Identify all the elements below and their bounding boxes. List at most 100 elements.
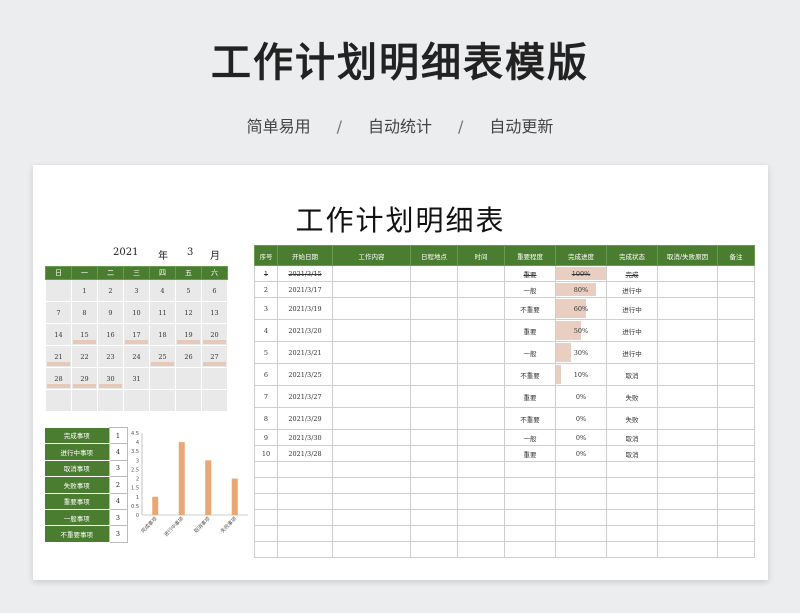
calendar-day[interactable]: 4 bbox=[149, 279, 176, 302]
calendar-day[interactable]: 19 bbox=[175, 323, 202, 346]
calendar-day[interactable]: 27 bbox=[201, 345, 228, 368]
cell-serial[interactable]: 7 bbox=[254, 385, 278, 408]
cell-note[interactable] bbox=[717, 341, 755, 364]
table-row[interactable]: 2 2021/3/17 一般 80% 进行中 bbox=[254, 281, 755, 298]
cell-location[interactable] bbox=[410, 363, 458, 386]
calendar-day[interactable]: 6 bbox=[201, 279, 228, 302]
empty-cell[interactable] bbox=[332, 541, 411, 558]
cell-status[interactable]: 完成 bbox=[606, 265, 658, 282]
empty-cell[interactable] bbox=[717, 541, 755, 558]
calendar-day[interactable] bbox=[71, 389, 98, 412]
stats-value[interactable]: 3 bbox=[108, 525, 128, 543]
empty-cell[interactable] bbox=[277, 509, 333, 526]
calendar-day[interactable]: 9 bbox=[97, 301, 124, 324]
cell-reason[interactable] bbox=[657, 385, 718, 408]
calendar-year[interactable]: 2021 bbox=[113, 247, 138, 258]
cell-start-date[interactable]: 2021/3/17 bbox=[277, 281, 333, 298]
cell-time[interactable] bbox=[457, 445, 505, 462]
empty-cell[interactable] bbox=[332, 477, 411, 494]
column-header[interactable]: 完成状态 bbox=[606, 245, 658, 266]
empty-cell[interactable] bbox=[555, 541, 607, 558]
empty-cell[interactable] bbox=[606, 541, 658, 558]
table-row[interactable]: 1 2021/3/15 重要 100% 完成 bbox=[254, 265, 755, 282]
calendar-day[interactable]: 21 bbox=[45, 345, 72, 368]
column-header[interactable]: 完成进度 bbox=[555, 245, 607, 266]
cell-work-content[interactable] bbox=[332, 407, 411, 430]
empty-cell[interactable] bbox=[410, 541, 458, 558]
cell-serial[interactable]: 5 bbox=[254, 341, 278, 364]
cell-serial[interactable]: 10 bbox=[254, 445, 278, 462]
table-row-empty[interactable] bbox=[254, 477, 755, 494]
cell-note[interactable] bbox=[717, 281, 755, 298]
cell-time[interactable] bbox=[457, 341, 505, 364]
empty-cell[interactable] bbox=[657, 541, 718, 558]
table-row[interactable]: 4 2021/3/20 重要 50% 进行中 bbox=[254, 319, 755, 342]
empty-cell[interactable] bbox=[277, 541, 333, 558]
calendar-day[interactable]: 28 bbox=[45, 367, 72, 390]
calendar-day[interactable]: 26 bbox=[175, 345, 202, 368]
empty-cell[interactable] bbox=[606, 525, 658, 542]
calendar-day[interactable]: 8 bbox=[71, 301, 98, 324]
calendar-day[interactable]: 31 bbox=[123, 367, 150, 390]
cell-importance[interactable]: 一般 bbox=[504, 341, 556, 364]
cell-start-date[interactable]: 2021/3/27 bbox=[277, 385, 333, 408]
cell-status[interactable]: 进行中 bbox=[606, 319, 658, 342]
calendar-day[interactable]: 13 bbox=[201, 301, 228, 324]
empty-cell[interactable] bbox=[277, 525, 333, 542]
empty-cell[interactable] bbox=[254, 493, 278, 510]
cell-status[interactable]: 取消 bbox=[606, 445, 658, 462]
empty-cell[interactable] bbox=[555, 493, 607, 510]
calendar-day[interactable] bbox=[175, 367, 202, 390]
cell-progress[interactable]: 100% bbox=[555, 265, 607, 282]
cell-work-content[interactable] bbox=[332, 363, 411, 386]
cell-reason[interactable] bbox=[657, 297, 718, 320]
empty-cell[interactable] bbox=[555, 461, 607, 478]
cell-work-content[interactable] bbox=[332, 429, 411, 446]
calendar-day[interactable]: 3 bbox=[123, 279, 150, 302]
empty-cell[interactable] bbox=[555, 525, 607, 542]
empty-cell[interactable] bbox=[410, 461, 458, 478]
empty-cell[interactable] bbox=[657, 525, 718, 542]
empty-cell[interactable] bbox=[657, 461, 718, 478]
cell-time[interactable] bbox=[457, 363, 505, 386]
table-row[interactable]: 3 2021/3/19 不重要 60% 进行中 bbox=[254, 297, 755, 320]
empty-cell[interactable] bbox=[277, 461, 333, 478]
cell-time[interactable] bbox=[457, 319, 505, 342]
empty-cell[interactable] bbox=[277, 477, 333, 494]
stats-value[interactable]: 2 bbox=[108, 476, 128, 494]
column-header[interactable]: 工作内容 bbox=[332, 245, 411, 266]
cell-status[interactable]: 进行中 bbox=[606, 341, 658, 364]
empty-cell[interactable] bbox=[504, 493, 556, 510]
empty-cell[interactable] bbox=[504, 477, 556, 494]
cell-reason[interactable] bbox=[657, 407, 718, 430]
cell-importance[interactable]: 重要 bbox=[504, 265, 556, 282]
cell-serial[interactable]: 8 bbox=[254, 407, 278, 430]
cell-serial[interactable]: 9 bbox=[254, 429, 278, 446]
cell-location[interactable] bbox=[410, 281, 458, 298]
column-header[interactable]: 日程地点 bbox=[410, 245, 458, 266]
empty-cell[interactable] bbox=[606, 493, 658, 510]
stats-value[interactable]: 3 bbox=[108, 459, 128, 478]
calendar-day[interactable]: 5 bbox=[175, 279, 202, 302]
empty-cell[interactable] bbox=[254, 509, 278, 526]
empty-cell[interactable] bbox=[410, 477, 458, 494]
cell-location[interactable] bbox=[410, 429, 458, 446]
cell-status[interactable]: 取消 bbox=[606, 429, 658, 446]
cell-location[interactable] bbox=[410, 341, 458, 364]
cell-importance[interactable]: 不重要 bbox=[504, 297, 556, 320]
calendar-day[interactable]: 11 bbox=[149, 301, 176, 324]
cell-status[interactable]: 进行中 bbox=[606, 297, 658, 320]
empty-cell[interactable] bbox=[657, 477, 718, 494]
empty-cell[interactable] bbox=[606, 461, 658, 478]
cell-importance[interactable]: 一般 bbox=[504, 281, 556, 298]
table-row[interactable]: 6 2021/3/25 不重要 10% 取消 bbox=[254, 363, 755, 386]
cell-start-date[interactable]: 2021/3/28 bbox=[277, 445, 333, 462]
calendar-day[interactable]: 23 bbox=[97, 345, 124, 368]
cell-reason[interactable] bbox=[657, 363, 718, 386]
cell-reason[interactable] bbox=[657, 319, 718, 342]
calendar-day[interactable] bbox=[149, 389, 176, 412]
cell-note[interactable] bbox=[717, 363, 755, 386]
table-row-empty[interactable] bbox=[254, 493, 755, 510]
cell-note[interactable] bbox=[717, 407, 755, 430]
cell-time[interactable] bbox=[457, 429, 505, 446]
